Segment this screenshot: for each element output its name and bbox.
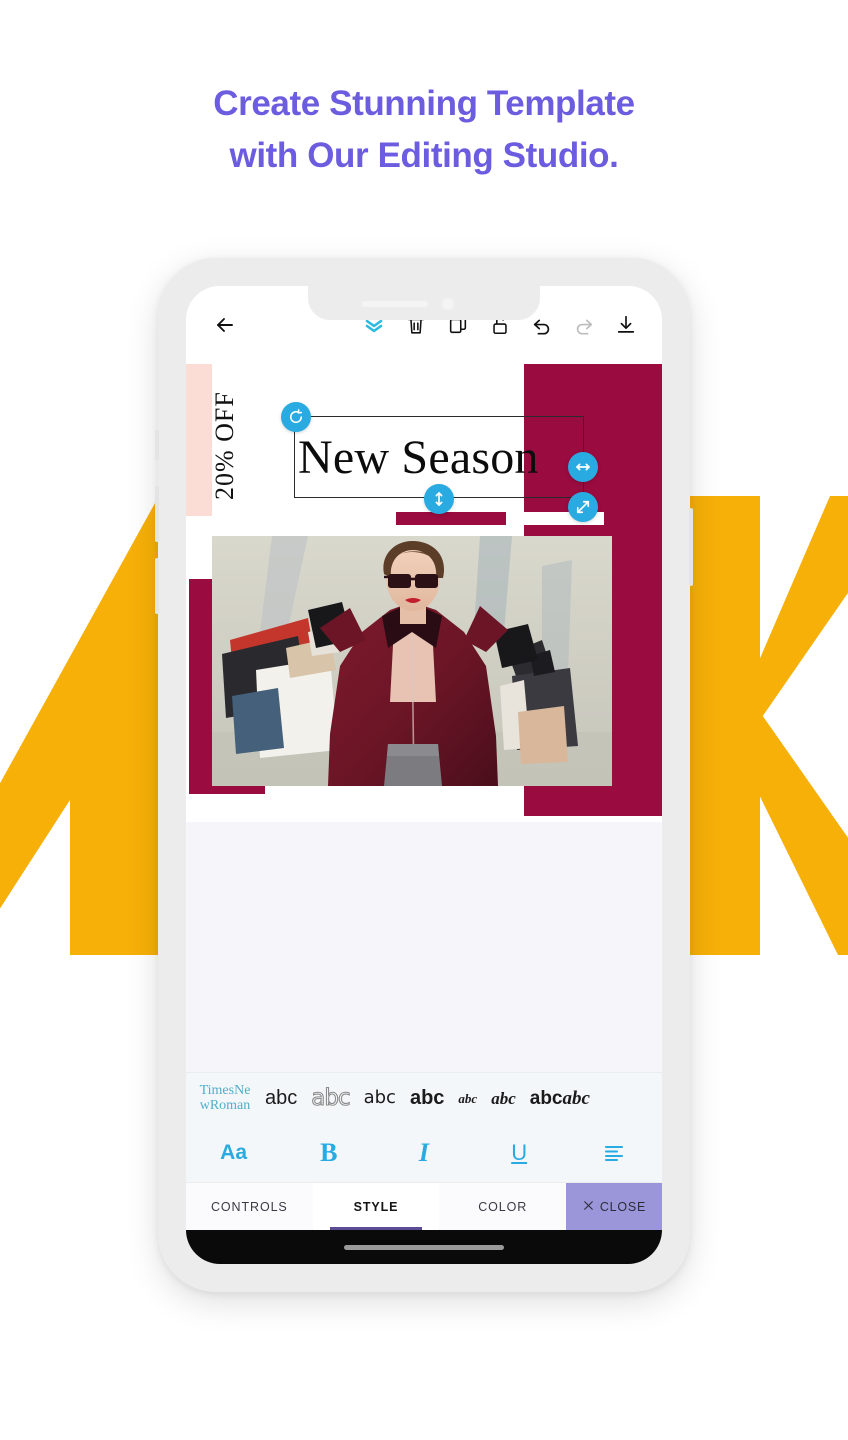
editor-app: 20% OFF New Season TimesNewRoman abc abc…: [186, 286, 662, 1264]
font-chip-outline[interactable]: abc: [304, 1086, 356, 1111]
font-chip-dual-bold: abc: [529, 1087, 563, 1109]
headline-line-1: Create Stunning Template: [213, 84, 635, 123]
font-chip-bold[interactable]: abc: [403, 1088, 451, 1109]
design-canvas[interactable]: 20% OFF New Season: [186, 364, 662, 822]
tab-controls[interactable]: CONTROLS: [186, 1183, 313, 1230]
close-button[interactable]: CLOSE: [566, 1183, 662, 1230]
resize-horizontal-handle[interactable]: [568, 452, 598, 482]
canvas-white-base: [265, 786, 503, 818]
earpiece-speaker: [362, 301, 428, 307]
canvas-maroon-stripe: [396, 512, 506, 525]
font-picker[interactable]: TimesNewRoman abc abc abc abc abc abc ab…: [186, 1072, 662, 1124]
phone-power-button[interactable]: [689, 508, 693, 586]
tab-color[interactable]: COLOR: [439, 1183, 567, 1230]
back-icon[interactable]: [208, 308, 242, 342]
close-icon: [582, 1199, 595, 1215]
headline-line-2: with Our Editing Studio.: [229, 135, 619, 175]
font-chip-selected[interactable]: TimesNewRoman: [192, 1083, 258, 1113]
page-title: Create Stunning Template with Our Editin…: [0, 78, 848, 182]
phone-volume-down-button[interactable]: [155, 558, 159, 614]
resize-diagonal-handle[interactable]: [568, 492, 598, 522]
rotate-handle[interactable]: [281, 402, 311, 432]
italic-button[interactable]: I: [401, 1131, 447, 1175]
font-chip-script[interactable]: abc: [484, 1089, 523, 1108]
font-size-button[interactable]: Aa: [211, 1131, 257, 1175]
front-camera: [442, 298, 454, 310]
tab-style[interactable]: STYLE: [312, 1183, 440, 1230]
canvas-surface[interactable]: 20% OFF New Season: [186, 364, 662, 822]
background-letter-k-arm-upper: [742, 496, 848, 720]
text-style-toolbar: Aa B I U: [186, 1124, 662, 1182]
home-indicator-bar: [186, 1230, 662, 1264]
editor-tabbar: CONTROLS STYLE COLOR CLOSE: [186, 1182, 662, 1230]
align-left-icon[interactable]: [591, 1131, 637, 1175]
bold-button[interactable]: B: [306, 1131, 352, 1175]
underline-button[interactable]: U: [496, 1131, 542, 1175]
canvas-discount-label[interactable]: 20% OFF: [210, 364, 240, 500]
background-letter-k-arm-lower: [742, 712, 848, 955]
phone-mute-button[interactable]: [155, 430, 159, 460]
phone-screen: 20% OFF New Season TimesNewRoman abc abc…: [186, 286, 662, 1264]
phone-notch: [308, 286, 540, 320]
font-chip-sans[interactable]: abc: [258, 1088, 304, 1109]
promo-screenshot: Create Stunning Template with Our Editin…: [0, 0, 848, 1440]
font-chip-dual-script: abc: [562, 1087, 590, 1109]
font-chip-script-small[interactable]: abc: [451, 1092, 484, 1106]
phone-volume-up-button[interactable]: [155, 486, 159, 542]
canvas-title-text[interactable]: New Season: [298, 422, 598, 494]
phone-mockup: 20% OFF New Season TimesNewRoman abc abc…: [155, 258, 693, 1292]
canvas-pink-bar: [186, 364, 212, 516]
editor-empty-area: [186, 822, 662, 1072]
font-chip-condensed[interactable]: abc: [357, 1088, 403, 1108]
download-icon[interactable]: [608, 307, 644, 343]
font-chip-dual[interactable]: abcabc: [523, 1087, 597, 1109]
canvas-photo[interactable]: [212, 536, 612, 786]
redo-icon: [566, 307, 602, 343]
home-indicator[interactable]: [344, 1244, 504, 1250]
resize-vertical-handle[interactable]: [424, 484, 454, 514]
close-label: CLOSE: [599, 1199, 647, 1214]
